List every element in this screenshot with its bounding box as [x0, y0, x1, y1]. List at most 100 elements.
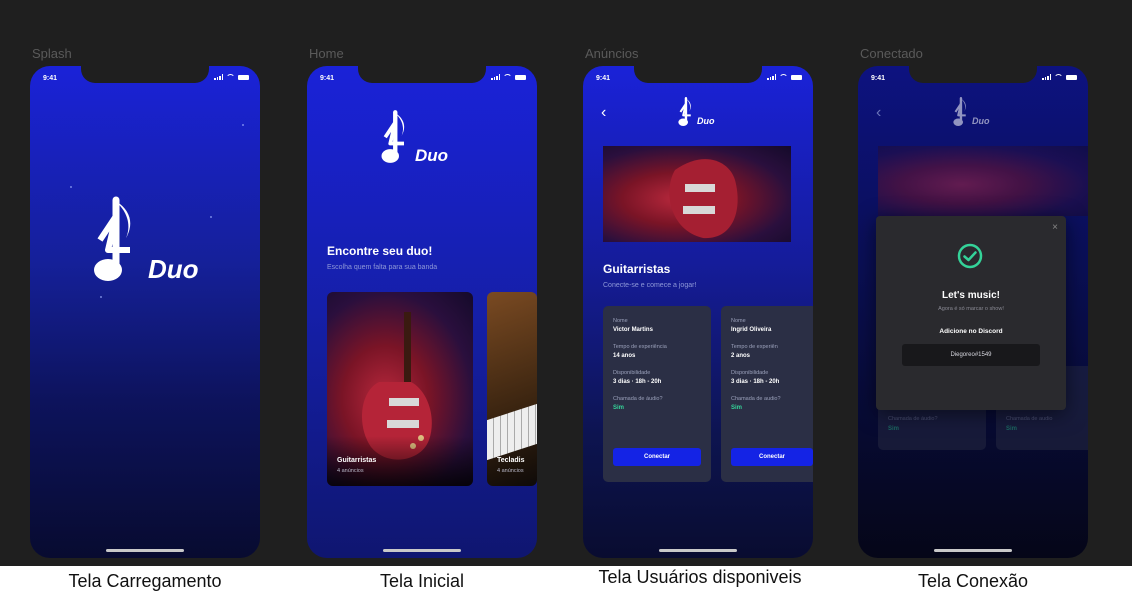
signal-icon: [491, 74, 500, 80]
battery-icon: [1066, 74, 1077, 80]
home-indicator: [934, 549, 1012, 552]
wifi-icon: [503, 74, 512, 80]
battery-icon: [238, 74, 249, 80]
guitar-illustration: [669, 159, 738, 239]
signal-icon: [214, 74, 223, 80]
user-name: Ingrid Oliveira: [731, 327, 772, 333]
notch: [358, 66, 486, 83]
user-audio: Sim: [888, 426, 900, 432]
label-availability: Disponibilidade: [613, 370, 651, 376]
home-subtitle: Escolha quem falta para sua banda: [327, 264, 438, 271]
note-logo-icon: [953, 96, 966, 127]
user-name: Victor Martins: [613, 327, 653, 333]
close-icon[interactable]: ×: [1052, 222, 1058, 233]
user-audio: Sim: [613, 405, 625, 411]
label-name: Nome: [613, 318, 628, 324]
logo: Duo: [952, 96, 990, 132]
card-count: 4 anúncios: [497, 468, 524, 474]
status-icons: [214, 74, 249, 80]
card-count: 4 anúncios: [337, 468, 364, 474]
label-audio: Chamada de áudio?: [888, 416, 938, 422]
design-board: Splash Home Anúncios Conectado 9:41 Duo: [0, 0, 1132, 566]
user-audio: Sim: [1006, 426, 1018, 432]
ads-subtitle: Conecte-se e comece a jogar!: [603, 282, 697, 289]
phone-splash: 9:41 Duo: [30, 66, 260, 558]
logo-text: Duo: [697, 116, 715, 126]
ad-card-keyboard[interactable]: Tecladis 4 anúncios: [487, 292, 537, 486]
back-arrow-icon[interactable]: ‹: [601, 104, 606, 122]
logo: Duo: [90, 194, 199, 298]
category-banner: [878, 146, 1088, 216]
label-audio: Chamada de audio?: [731, 396, 781, 402]
frame-label-splash: Splash: [32, 46, 72, 61]
home-indicator: [659, 549, 737, 552]
home-title: Encontre seu duo!: [327, 244, 433, 258]
label-experience: Tempo de experiên: [731, 344, 778, 350]
wifi-icon: [226, 74, 235, 80]
status-time: 9:41: [43, 75, 58, 82]
frame-label-home: Home: [309, 46, 344, 61]
ads-title: Guitarristas: [603, 262, 671, 276]
phone-connected: 9:41 ‹ Duo Chamada de áudio? Sim Chamada…: [858, 66, 1088, 558]
note-logo-icon: [94, 196, 131, 281]
notch: [909, 66, 1037, 83]
check-circle-icon: [957, 243, 983, 269]
modal-title: Let's music!: [942, 290, 1000, 301]
logo: Duo: [677, 96, 715, 132]
frame-label-connected: Conectado: [860, 46, 923, 61]
label-audio: Chamada de audio: [1006, 416, 1053, 422]
status-time: 9:41: [596, 75, 611, 82]
card-title: Guitarristas: [337, 457, 377, 464]
wifi-icon: [779, 74, 788, 80]
status-icons: [491, 74, 526, 80]
discord-label: Adicione no Discord: [939, 328, 1003, 335]
phone-ads: 9:41 ‹ Duo Guitarristas Conecte-se e com…: [583, 66, 813, 558]
user-experience: 14 anos: [613, 353, 636, 359]
wifi-icon: [1054, 74, 1063, 80]
note-logo-icon: [381, 110, 405, 163]
battery-icon: [791, 74, 802, 80]
frame-label-ads: Anúncios: [585, 46, 639, 61]
logo-text: Duo: [972, 116, 990, 126]
logo: Duo: [379, 108, 448, 174]
home-indicator: [383, 549, 461, 552]
signal-icon: [1042, 74, 1051, 80]
user-experience: 2 anos: [731, 353, 751, 359]
signal-icon: [767, 74, 776, 80]
label-audio: Chamada de áudio?: [613, 396, 663, 402]
label-availability: Disponibilidade: [731, 370, 769, 376]
status-icons: [1042, 74, 1077, 80]
status-time: 9:41: [871, 75, 886, 82]
logo-text: Duo: [148, 254, 199, 284]
home-indicator: [106, 549, 184, 552]
modal-subtitle: Agora é só marcar o show!: [938, 306, 1004, 312]
success-modal: × Let's music! Agora é só marcar o show!…: [876, 216, 1066, 410]
user-audio: Sim: [731, 405, 743, 411]
connect-button[interactable]: Conectar: [731, 448, 813, 466]
label-experience: Tempo de experiência: [613, 344, 667, 350]
label-name: Nome: [731, 318, 746, 324]
back-arrow-icon[interactable]: ‹: [876, 104, 881, 122]
notch: [634, 66, 762, 83]
status-icons: [767, 74, 802, 80]
notch: [81, 66, 209, 83]
note-logo-icon: [678, 96, 691, 127]
caption-ads: Tela Usuários disponiveis: [598, 567, 802, 587]
phone-home: 9:41 Duo Encontre seu duo! Escolha quem …: [307, 66, 537, 558]
category-banner: [603, 146, 791, 242]
user-card: Nome Ingrid Oliveira Tempo de experiên 2…: [721, 306, 813, 482]
status-time: 9:41: [320, 75, 335, 82]
user-card: Nome Victor Martins Tempo de experiência…: [603, 306, 711, 482]
logo-text: Duo: [415, 146, 449, 165]
discord-user-field[interactable]: Diegoreo#1549: [902, 344, 1040, 366]
ad-card-guitar[interactable]: Guitarristas 4 anúncios: [327, 292, 473, 486]
battery-icon: [515, 74, 526, 80]
keyboard-image: [487, 403, 537, 461]
user-availability: 3 dias · 18h - 20h: [613, 379, 662, 385]
connect-button[interactable]: Conectar: [613, 448, 701, 466]
user-availability: 3 dias · 18h - 20h: [731, 379, 780, 385]
card-title: Tecladis: [497, 457, 525, 464]
caption-splash: Tela Carregamento: [68, 571, 222, 591]
caption-connected: Tela Conexão: [917, 571, 1029, 591]
caption-home: Tela Inicial: [379, 571, 465, 591]
